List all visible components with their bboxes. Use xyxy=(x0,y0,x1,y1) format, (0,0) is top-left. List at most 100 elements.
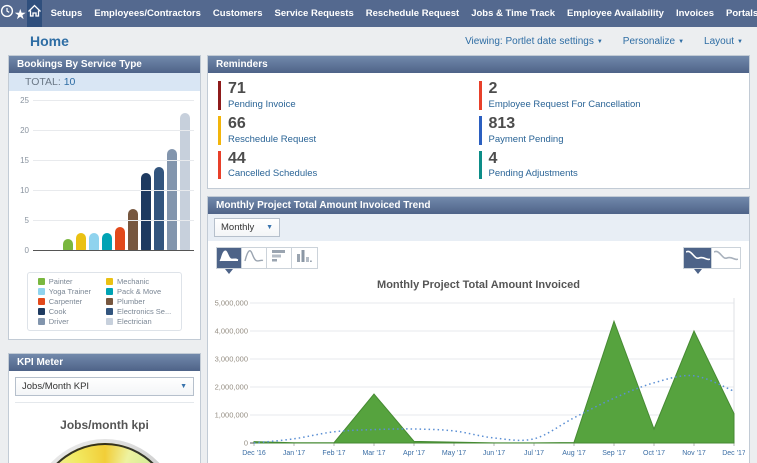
reminder-item: 71 Pending Invoice xyxy=(218,78,479,113)
bar xyxy=(102,233,112,251)
kpi-panel-title: KPI Meter xyxy=(9,354,200,371)
trend-on-button[interactable] xyxy=(684,248,712,275)
page-title: Home xyxy=(30,33,69,49)
bookings-bars xyxy=(33,101,190,251)
bookings-bar-chart: 0 5 10 15 20 25 xyxy=(13,96,196,266)
reminder-link[interactable]: Cancelled Schedules xyxy=(228,168,317,179)
home-icon xyxy=(27,4,42,23)
reminder-accent-bar xyxy=(218,115,221,145)
chevron-down-icon: ▼ xyxy=(596,38,603,45)
reminder-count: 2 xyxy=(488,80,498,97)
x-axis-label: Oct '17 xyxy=(643,450,665,457)
x-axis-label: Nov '17 xyxy=(682,450,706,457)
legend-swatch xyxy=(106,278,114,285)
nav-item[interactable]: Portals xyxy=(726,8,757,19)
reminder-count: 813 xyxy=(488,114,516,132)
x-axis-label: Dec '17 xyxy=(722,450,745,457)
recent-history-button[interactable] xyxy=(0,0,14,27)
nav-item[interactable]: Reschedule Request xyxy=(366,8,459,19)
reminder-link[interactable]: Pending Invoice xyxy=(228,99,296,110)
legend-item: Mechanic xyxy=(106,277,171,286)
favorites-button[interactable]: ★ xyxy=(14,0,27,27)
monthly-interval-value: Monthly xyxy=(221,222,255,234)
legend-item: Yoga Trainer xyxy=(37,287,91,296)
monthly-interval-select[interactable]: Monthly ▼ xyxy=(214,218,280,238)
y-axis-label: 2,000,000 xyxy=(215,383,248,392)
x-axis-label: Jul '17 xyxy=(524,450,544,457)
bar xyxy=(115,227,125,251)
trend-toggle-group xyxy=(683,247,741,275)
reminder-item: 813 Payment Pending xyxy=(478,113,740,148)
top-navbar: ★ Setups Employees/Contractors Customers Se… xyxy=(0,0,757,27)
trend-off-button[interactable] xyxy=(712,248,740,269)
reminder-item: 2 Employee Request For Cancellation xyxy=(478,78,740,113)
nav-item[interactable]: Invoices xyxy=(676,8,714,19)
layout-dropdown[interactable]: Layout ▼ xyxy=(704,36,743,47)
viewing-dropdown[interactable]: Viewing: Portlet date settings ▼ xyxy=(465,36,603,47)
nav-item[interactable]: Employees/Contractors xyxy=(94,8,201,19)
y-axis-label: 1,000,000 xyxy=(215,411,248,420)
kpi-select-value: Jobs/Month KPI xyxy=(22,381,90,392)
y-axis-label: 10 xyxy=(20,186,29,195)
legend-item: Carpenter xyxy=(37,297,91,306)
bar xyxy=(167,149,177,251)
personalize-dropdown[interactable]: Personalize ▼ xyxy=(623,36,684,47)
y-axis-label: 20 xyxy=(20,126,29,135)
hbar-chart-icon xyxy=(271,249,287,267)
area-chart-button[interactable] xyxy=(217,248,242,275)
right-column: Reminders 71 Pending Invoice 2 Employee Req… xyxy=(207,55,750,463)
bookings-panel-title: Bookings By Service Type xyxy=(9,56,200,73)
page-header: Home Viewing: Portlet date settings ▼ Per… xyxy=(0,27,757,53)
legend-item: Pack & Move xyxy=(106,287,171,296)
home-button[interactable] xyxy=(26,0,42,27)
y-axis-label: 25 xyxy=(20,96,29,105)
y-axis-label: 5 xyxy=(24,216,29,225)
bookings-total-row: TOTAL: 10 xyxy=(9,73,200,91)
bar xyxy=(89,233,99,251)
reminder-link[interactable]: Employee Request For Cancellation xyxy=(489,99,641,110)
trend-off-icon xyxy=(713,248,739,268)
legend-swatch xyxy=(37,308,45,315)
nav-item[interactable]: Setups xyxy=(51,8,83,19)
reminder-accent-bar xyxy=(478,150,482,180)
legend-swatch xyxy=(106,298,114,305)
star-icon: ★ xyxy=(14,5,27,22)
nav-item[interactable]: Employee Availability xyxy=(567,8,664,19)
reminder-link[interactable]: Reschedule Request xyxy=(228,134,316,145)
clock-icon xyxy=(0,4,14,23)
legend-item: Electrician xyxy=(106,317,171,326)
kpi-gauge: 464 0 xyxy=(28,439,181,463)
chevron-down-icon: ▼ xyxy=(737,38,743,45)
reminder-item: 4 Pending Adjustments xyxy=(478,148,740,183)
reminder-link[interactable]: Payment Pending xyxy=(489,134,564,145)
column-chart-button[interactable] xyxy=(292,248,317,269)
nav-item[interactable]: Customers xyxy=(213,8,263,19)
chevron-down-icon: ▼ xyxy=(678,38,685,45)
bar xyxy=(154,167,164,251)
monthly-panel-title: Monthly Project Total Amount Invoiced Tr… xyxy=(208,197,749,215)
legend-label: Mechanic xyxy=(117,277,150,286)
y-axis-label: 0 xyxy=(244,439,248,448)
header-links: Viewing: Portlet date settings ▼ Personal… xyxy=(465,36,743,47)
chart-type-group xyxy=(216,247,318,275)
line-chart-button[interactable] xyxy=(242,248,267,269)
line-chart-icon xyxy=(244,248,264,268)
kpi-select[interactable]: Jobs/Month KPI ▼ xyxy=(15,377,194,396)
reminders-grid: 71 Pending Invoice 2 Employee Request For C… xyxy=(208,73,749,188)
gridline xyxy=(33,160,194,161)
gridline xyxy=(33,190,194,191)
reminder-accent-bar xyxy=(478,115,482,145)
nav-item[interactable]: Jobs & Time Track xyxy=(471,8,555,19)
x-axis-label: Apr '17 xyxy=(403,450,425,457)
left-column: Bookings By Service Type TOTAL: 10 0 5 10 1… xyxy=(8,55,201,463)
total-value: 10 xyxy=(63,76,76,88)
x-axis-label: Sep '17 xyxy=(602,450,626,457)
legend-swatch xyxy=(37,278,45,285)
legend-item: Cook xyxy=(37,307,91,316)
reminder-link[interactable]: Pending Adjustments xyxy=(489,168,578,179)
reminder-count: 4 xyxy=(488,149,498,167)
legend-label: Cook xyxy=(48,307,67,316)
kpi-body: Jobs/Month KPI ▼ Jobs/month kpi 464 0 xyxy=(9,371,200,463)
hbar-chart-button[interactable] xyxy=(267,248,292,269)
nav-item[interactable]: Service Requests xyxy=(275,8,354,19)
